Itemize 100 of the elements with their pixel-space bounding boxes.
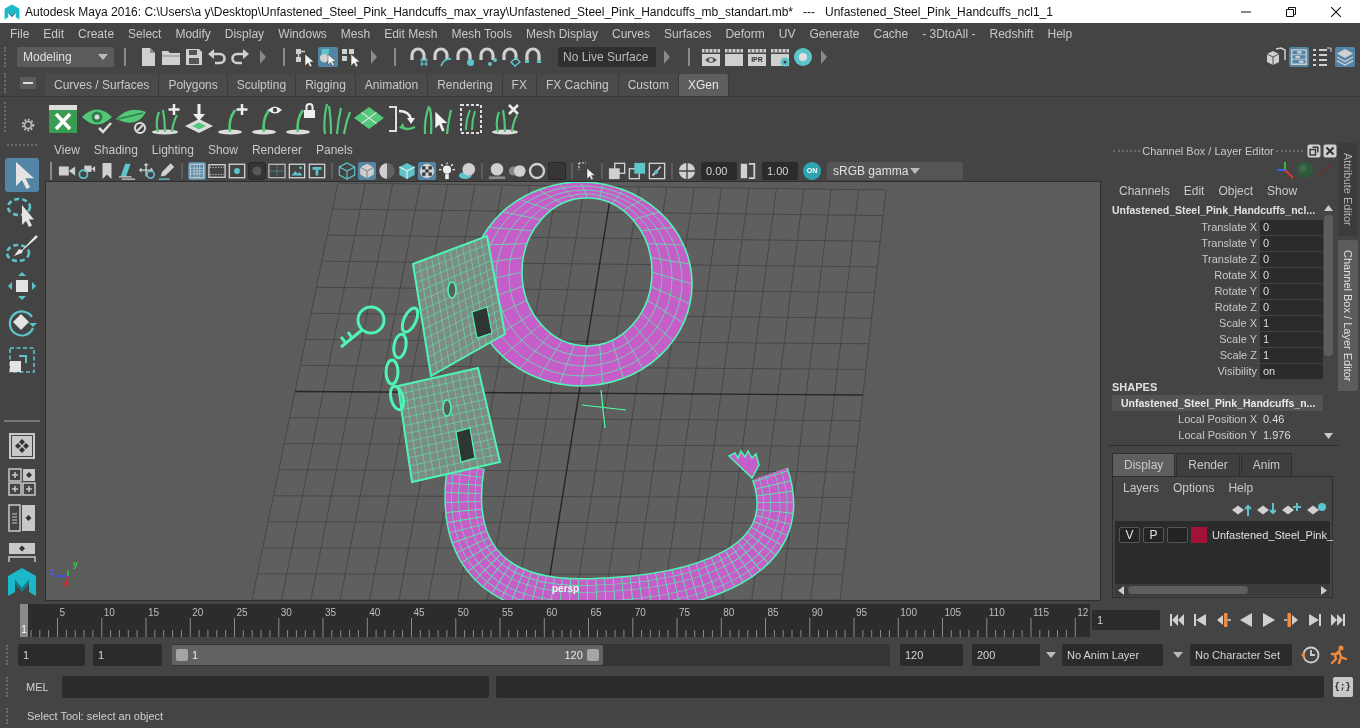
magnet-grid-icon[interactable] <box>409 47 429 67</box>
layers-icon[interactable] <box>1335 47 1355 67</box>
menu-item[interactable]: Edit <box>36 26 72 41</box>
layer-add-icon[interactable] <box>1281 502 1301 516</box>
grip-handle[interactable] <box>1113 149 1140 152</box>
layer-menu-item[interactable]: Options <box>1166 481 1222 495</box>
channel-value-field[interactable]: 1 <box>1260 315 1323 331</box>
layer-editor-tab[interactable]: Display <box>1112 453 1176 476</box>
ring-icon[interactable] <box>793 47 813 67</box>
panel-menu-item[interactable]: View <box>47 143 87 157</box>
view-transform-dropdown[interactable]: sRGB gamma <box>827 161 963 180</box>
scrollbar-thumb[interactable] <box>1128 586 1248 594</box>
running-figure-icon[interactable] <box>1328 645 1348 665</box>
arrow-left-icon[interactable] <box>1118 585 1124 595</box>
layer-name[interactable]: Unfastened_Steel_Pink_ <box>1212 529 1334 541</box>
menu-item[interactable]: Display <box>217 26 272 41</box>
current-frame-field[interactable]: 1 <box>1092 610 1160 630</box>
menu-item[interactable]: Mesh Tools <box>444 26 519 41</box>
grip-handle[interactable] <box>6 707 9 724</box>
side-tab[interactable]: Attribute Editor <box>1338 143 1358 236</box>
layer-up-icon[interactable] <box>1231 502 1251 516</box>
menu-item[interactable]: Deform <box>718 26 772 41</box>
x-box-icon[interactable] <box>47 102 79 135</box>
channel-value-field[interactable]: 0 <box>1260 235 1323 251</box>
range-bar[interactable] <box>172 645 603 665</box>
menu-item[interactable]: Modify <box>168 26 218 41</box>
shapes-cursor-icon[interactable] <box>318 47 338 67</box>
layer-down-icon[interactable] <box>1256 502 1276 516</box>
panel-menu-item[interactable]: Lighting <box>144 143 201 157</box>
picture-frame-icon[interactable] <box>288 161 306 180</box>
quartered-circle-icon[interactable] <box>678 161 696 180</box>
magnet-plane-icon[interactable] <box>501 47 521 67</box>
grip-handle[interactable] <box>6 144 37 146</box>
layer-menu-item[interactable]: Layers <box>1116 481 1167 495</box>
grip-handle[interactable] <box>4 102 7 132</box>
time-slider[interactable]: 5 10 15 20 25 30 35 40 45 50 55 60 65 70 75 80 85 90 95 100 105 110 115 12 1 <box>20 603 1090 637</box>
single-pane-layout-icon[interactable] <box>7 432 36 460</box>
ring-icon[interactable] <box>528 161 546 180</box>
menu-item[interactable]: Cache <box>866 26 916 41</box>
collapse-arrow-icon[interactable] <box>821 50 827 64</box>
shelf-tab[interactable]: Curves / Surfaces <box>45 74 160 96</box>
color-swatch-icon[interactable] <box>1191 527 1207 543</box>
live-surface-field[interactable]: No Live Surface <box>558 47 656 67</box>
arrows-ring-icon[interactable] <box>138 161 156 180</box>
menu-item[interactable]: UV <box>771 26 803 41</box>
stem-plus-icon[interactable] <box>217 102 249 135</box>
dashed-cross-frame-icon[interactable] <box>268 161 286 180</box>
panel-menu-item[interactable]: Show <box>200 143 245 157</box>
two-pane-layout-icon[interactable] <box>7 504 36 532</box>
layer-editor-tab[interactable]: Render <box>1176 453 1240 476</box>
channel-value-field[interactable]: 0 <box>1260 219 1323 235</box>
caret-icon[interactable] <box>1046 652 1056 658</box>
shelf-tab[interactable]: Custom <box>618 74 679 96</box>
channel-value-field[interactable]: on <box>1260 363 1323 379</box>
script-editor-button[interactable]: {;} <box>1332 677 1353 697</box>
shelf-tab[interactable]: Animation <box>355 74 429 96</box>
grass-x-icon[interactable] <box>489 102 521 135</box>
object-name[interactable]: Unfastened_Steel_Pink_Handcuffs_ncl... <box>1105 202 1323 219</box>
grid-icon[interactable] <box>188 161 206 180</box>
scrollbar[interactable] <box>1115 584 1330 596</box>
clapperboard-eye-icon[interactable] <box>701 47 721 67</box>
pencil-icon[interactable] <box>158 161 176 180</box>
arrow-down-icon[interactable] <box>1324 433 1333 439</box>
checker-ball-icon[interactable] <box>418 161 436 180</box>
list-icon[interactable] <box>1312 47 1332 67</box>
visibility-toggle[interactable]: V <box>1119 527 1140 543</box>
collapse-arrow-icon[interactable] <box>664 50 670 64</box>
playback-end-field[interactable]: 120 <box>900 644 963 666</box>
menu-item[interactable]: Select <box>121 26 169 41</box>
end-frame-field[interactable]: 200 <box>972 644 1040 666</box>
arrow-plane-icon[interactable] <box>183 102 215 135</box>
settings-icon[interactable] <box>21 118 35 132</box>
side-tab[interactable]: Channel Box / Layer Editor <box>1338 239 1358 392</box>
collapse-arrow-icon[interactable] <box>371 50 377 64</box>
menu-item[interactable]: Edit Mesh <box>377 26 445 41</box>
menu-item[interactable]: Surfaces <box>657 26 719 41</box>
menu-item[interactable]: File <box>3 26 37 41</box>
range-handle[interactable] <box>176 649 188 661</box>
menu-item[interactable]: Curves <box>605 26 658 41</box>
skip-end-icon[interactable] <box>1330 612 1346 628</box>
menu-item[interactable]: Create <box>71 26 122 41</box>
layer-editor-tab[interactable]: Anim <box>1240 453 1293 476</box>
collapse-arrow-icon[interactable] <box>260 50 266 64</box>
menu-item[interactable]: - 3DtoAll - <box>915 26 983 41</box>
grip-handle[interactable] <box>4 73 7 93</box>
app-logo-icon[interactable] <box>6 567 37 597</box>
sphere-base-icon[interactable] <box>488 161 506 180</box>
command-field[interactable] <box>61 676 489 698</box>
undo-icon[interactable] <box>207 47 227 67</box>
play-icon[interactable] <box>1261 612 1277 628</box>
menu-item[interactable]: Redshift <box>982 26 1041 41</box>
menu-item[interactable]: Help <box>1040 26 1080 41</box>
float-window-icon[interactable] <box>1307 143 1321 158</box>
save-icon[interactable] <box>184 47 204 67</box>
wire-cube-icon[interactable] <box>338 161 356 180</box>
sliders-list-icon[interactable] <box>1289 47 1309 67</box>
range-slider[interactable]: 1 120 <box>172 644 890 666</box>
shelf-tab[interactable]: XGen <box>678 74 729 96</box>
dot-frame-icon[interactable] <box>228 161 246 180</box>
channel-value-field[interactable]: 0 <box>1260 299 1323 315</box>
